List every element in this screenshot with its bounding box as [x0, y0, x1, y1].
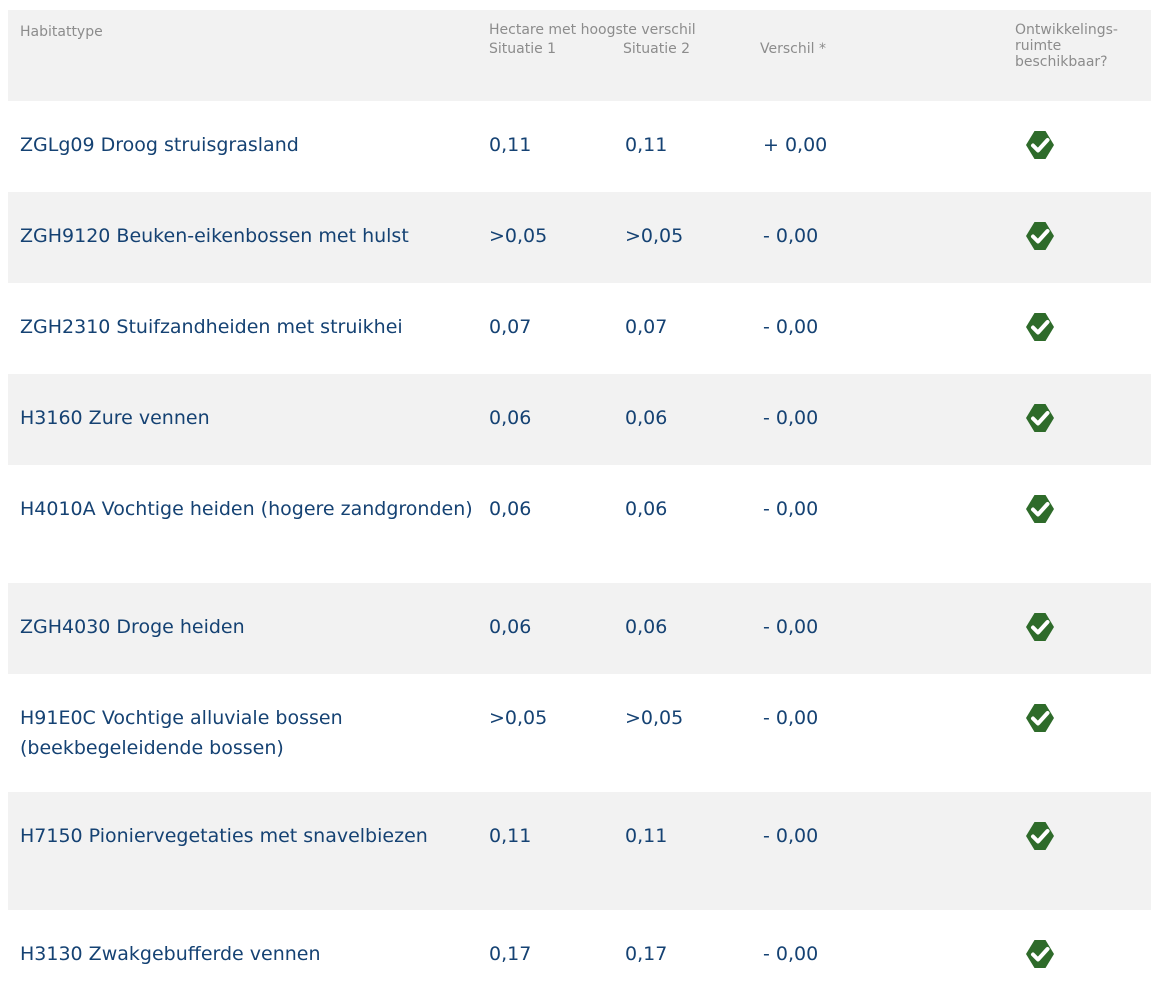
- habitat-table: Habitattype Hectare met hoogste verschil…: [8, 10, 1151, 1001]
- check-circle-icon: [1026, 404, 1054, 432]
- habitat-name-link[interactable]: H7150 Pioniervegetaties met snavelbiezen: [20, 821, 475, 851]
- verschil-value: - 0,00: [763, 316, 819, 338]
- habitat-name-link[interactable]: H4010A Vochtige heiden (hogere zandgrond…: [20, 494, 475, 524]
- check-circle-icon: [1026, 704, 1054, 732]
- habitat-name-link[interactable]: H91E0C Vochtige alluviale bossen (beekbe…: [20, 703, 475, 763]
- header-verschil: Verschil *: [760, 41, 826, 57]
- table-row: ZGH9120 Beuken-eikenbossen met hulst >0,…: [8, 192, 1151, 283]
- table-row: ZGLg09 Droog struisgrasland 0,11 0,11 + …: [8, 101, 1151, 192]
- situatie-2-value: 0,06: [625, 498, 668, 520]
- verschil-value: - 0,00: [763, 707, 819, 729]
- verschil-value: - 0,00: [763, 407, 819, 429]
- habitat-name-link[interactable]: ZGLg09 Droog struisgrasland: [20, 130, 475, 160]
- verschil-value: + 0,00: [763, 134, 828, 156]
- check-circle-icon: [1026, 313, 1054, 341]
- table-header: Habitattype Hectare met hoogste verschil…: [8, 10, 1151, 101]
- situatie-2-value: 0,06: [625, 407, 668, 429]
- situatie-2-value: >0,05: [625, 225, 684, 247]
- situatie-1-value: 0,11: [489, 134, 532, 156]
- situatie-1-value: 0,06: [489, 616, 532, 638]
- situatie-2-value: 0,11: [625, 825, 668, 847]
- check-circle-icon: [1026, 822, 1054, 850]
- header-situatie-1: Situatie 1: [489, 41, 557, 57]
- table-row: H3160 Zure vennen 0,06 0,06 - 0,00: [8, 374, 1151, 465]
- situatie-1-value: 0,11: [489, 825, 532, 847]
- verschil-value: - 0,00: [763, 225, 819, 247]
- situatie-2-value: 0,06: [625, 616, 668, 638]
- situatie-1-value: 0,06: [489, 407, 532, 429]
- situatie-1-value: >0,05: [489, 707, 548, 729]
- header-habitattype: Habitattype: [20, 24, 103, 40]
- header-hectare: Hectare met hoogste verschil: [489, 22, 696, 38]
- table-row: H3130 Zwakgebufferde vennen 0,17 0,17 - …: [8, 910, 1151, 1001]
- verschil-value: - 0,00: [763, 825, 819, 847]
- check-circle-icon: [1026, 940, 1054, 968]
- situatie-1-value: 0,07: [489, 316, 532, 338]
- situatie-2-value: >0,05: [625, 707, 684, 729]
- verschil-value: - 0,00: [763, 498, 819, 520]
- header-ontwikkelingsruimte: Ontwikkelings- ruimte beschikbaar?: [1015, 22, 1118, 70]
- check-circle-icon: [1026, 222, 1054, 250]
- table-row: H7150 Pioniervegetaties met snavelbiezen…: [8, 792, 1151, 910]
- check-circle-icon: [1026, 131, 1054, 159]
- situatie-2-value: 0,07: [625, 316, 668, 338]
- table-row: H4010A Vochtige heiden (hogere zandgrond…: [8, 465, 1151, 583]
- habitat-name-link[interactable]: H3130 Zwakgebufferde vennen: [20, 939, 475, 969]
- habitat-name-link[interactable]: ZGH9120 Beuken-eikenbossen met hulst: [20, 221, 475, 251]
- header-situatie-2: Situatie 2: [623, 41, 691, 57]
- situatie-1-value: 0,17: [489, 943, 532, 965]
- verschil-value: - 0,00: [763, 616, 819, 638]
- table-row: ZGH2310 Stuifzandheiden met struikhei 0,…: [8, 283, 1151, 374]
- situatie-1-value: >0,05: [489, 225, 548, 247]
- situatie-1-value: 0,06: [489, 498, 532, 520]
- table-row: H91E0C Vochtige alluviale bossen (beekbe…: [8, 674, 1151, 792]
- situatie-2-value: 0,17: [625, 943, 668, 965]
- habitat-name-link[interactable]: ZGH2310 Stuifzandheiden met struikhei: [20, 312, 475, 342]
- habitat-name-link[interactable]: ZGH4030 Droge heiden: [20, 612, 475, 642]
- check-circle-icon: [1026, 613, 1054, 641]
- situatie-2-value: 0,11: [625, 134, 668, 156]
- check-circle-icon: [1026, 495, 1054, 523]
- verschil-value: - 0,00: [763, 943, 819, 965]
- table-row: ZGH4030 Droge heiden 0,06 0,06 - 0,00: [8, 583, 1151, 674]
- habitat-name-link[interactable]: H3160 Zure vennen: [20, 403, 475, 433]
